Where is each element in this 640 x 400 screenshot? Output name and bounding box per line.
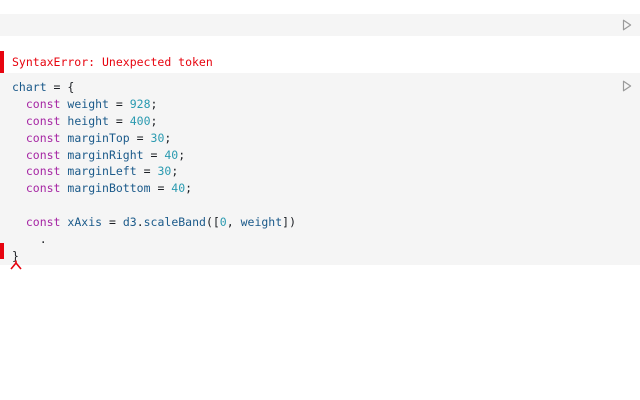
code-token: const: [25, 130, 61, 145]
play-outline-icon: [622, 19, 632, 31]
code-token: const: [25, 181, 61, 196]
code-token: = {: [46, 80, 75, 94]
code-line: const marginLeft = 30;: [12, 163, 296, 180]
code-token: ;: [185, 181, 193, 196]
code-line: const marginTop = 30;: [12, 130, 296, 147]
code-token: marginLeft: [67, 164, 137, 179]
code-token: weight: [240, 215, 283, 230]
code-token: =: [143, 147, 165, 162]
code-token: 0: [219, 215, 227, 230]
code-token: const: [25, 164, 61, 179]
code-token: 30: [150, 130, 165, 145]
code-token: ;: [150, 113, 158, 128]
error-indicator-bar: [0, 51, 4, 73]
cell-error: SyntaxError: Unexpected token: [0, 51, 640, 73]
play-outline-icon: [622, 80, 632, 92]
code-token: ;: [164, 130, 172, 145]
code-token: 400: [129, 113, 151, 128]
code-token: const: [25, 215, 61, 230]
code-line: .: [12, 231, 296, 248]
code-token: weight: [67, 96, 109, 111]
run-cell-button[interactable]: [620, 79, 634, 93]
code-token: marginTop: [67, 130, 130, 145]
code-editor[interactable]: chart = { const weight = 928; const heig…: [12, 79, 296, 265]
code-token: =: [108, 96, 130, 111]
code-cell[interactable]: chart = { const weight = 928; const heig…: [0, 73, 640, 265]
code-token: const: [25, 96, 61, 111]
code-token: ;: [178, 147, 186, 162]
code-token: marginBottom: [67, 181, 151, 196]
code-line: const xAxis = d3.scaleBand([0, weight]): [12, 214, 296, 231]
error-gutter-marker: [0, 243, 4, 259]
empty-cell[interactable]: [0, 14, 640, 36]
code-token: scaleBand: [143, 215, 206, 230]
code-line: const marginRight = 40;: [12, 147, 296, 164]
code-token: ;: [171, 164, 179, 179]
code-token: ([: [205, 215, 220, 230]
code-line: const height = 400;: [12, 113, 296, 130]
code-line: const marginBottom = 40;: [12, 180, 296, 197]
code-token: ,: [226, 215, 241, 230]
code-token: const: [25, 147, 61, 162]
code-token: =: [102, 215, 123, 230]
code-token: .: [136, 215, 144, 230]
code-token: 928: [129, 96, 151, 111]
code-token: 40: [164, 147, 179, 162]
code-token: const: [25, 113, 61, 128]
code-token: 30: [157, 164, 172, 179]
code-line: }: [12, 248, 296, 265]
error-caret-icon: [10, 255, 22, 270]
run-cell-button[interactable]: [620, 18, 634, 32]
code-line: const weight = 928;: [12, 96, 296, 113]
code-token: chart: [12, 80, 47, 94]
code-token: =: [129, 130, 151, 145]
code-token: height: [67, 113, 109, 128]
code-token: d3: [122, 215, 137, 230]
code-token: xAxis: [67, 215, 103, 230]
code-token: =: [136, 164, 158, 179]
code-token: marginRight: [67, 147, 144, 162]
code-token: 40: [171, 181, 186, 196]
code-token: ;: [150, 96, 158, 111]
code-token: .: [12, 232, 47, 247]
error-message: SyntaxError: Unexpected token: [12, 55, 213, 69]
code-token: =: [108, 113, 130, 128]
code-line: chart = {: [12, 79, 296, 96]
code-token: =: [150, 181, 172, 196]
code-token: ]): [282, 215, 296, 230]
